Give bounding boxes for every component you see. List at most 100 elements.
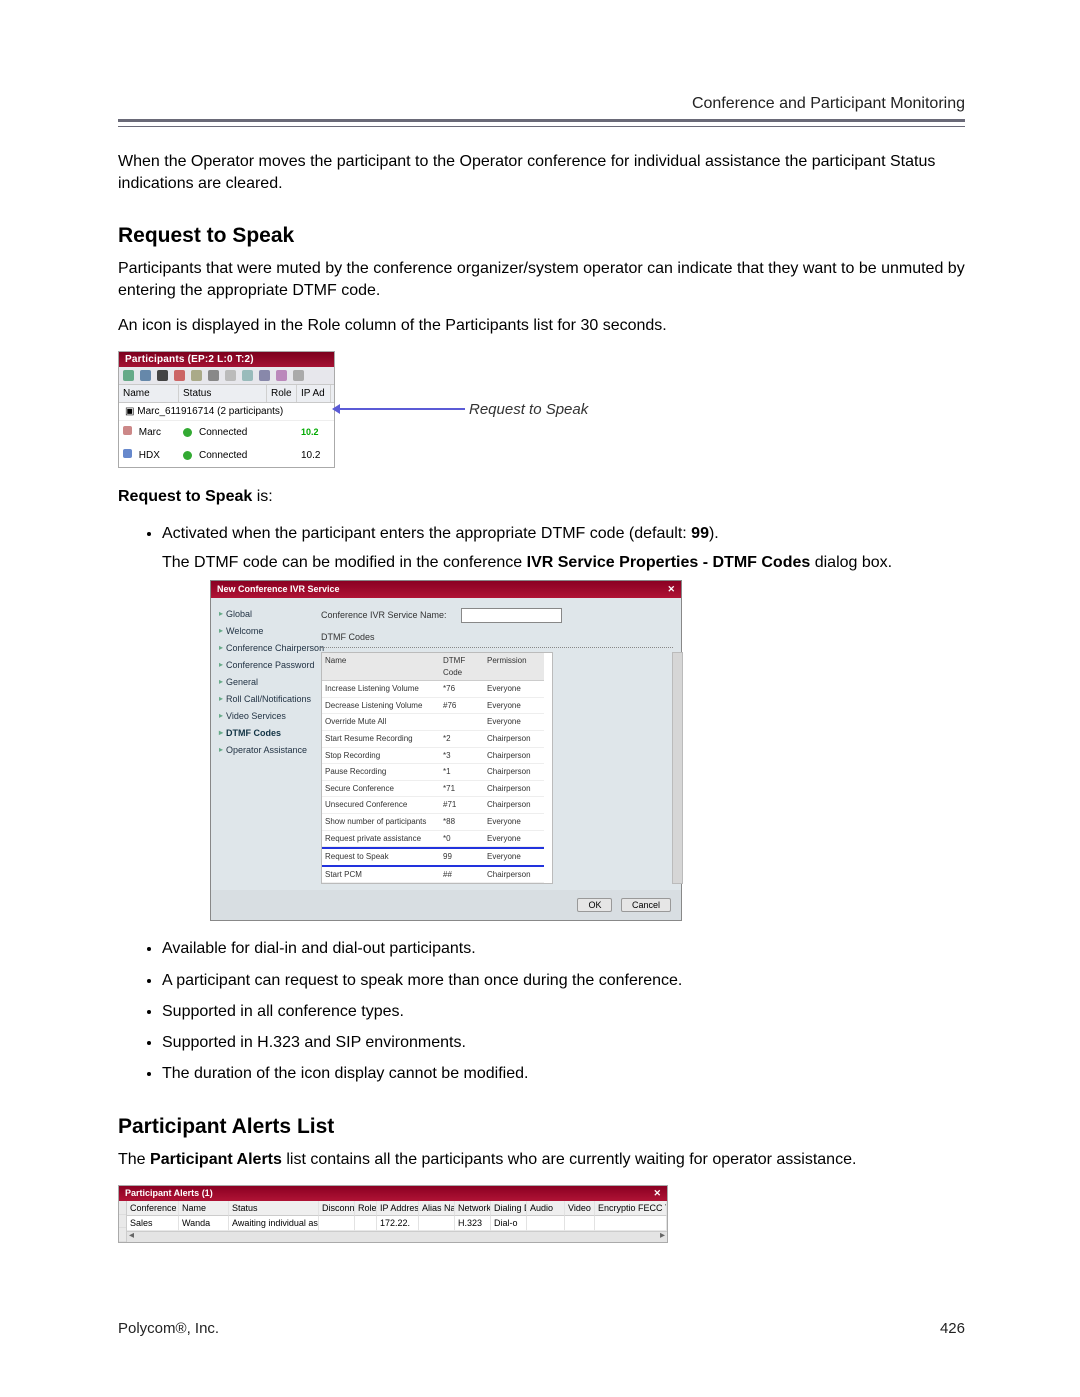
col: Encryptio FECC Tok Con bbox=[595, 1201, 667, 1216]
bullet: Available for dial-in and dial-out parti… bbox=[162, 937, 965, 960]
bullet-activated: Activated when the participant enters th… bbox=[162, 522, 965, 922]
col-ip: IP Ad bbox=[297, 385, 331, 402]
dtmf-group-label: DTMF Codes bbox=[321, 631, 673, 648]
cell[interactable]: Wanda bbox=[179, 1216, 229, 1231]
col: Conference bbox=[127, 1201, 179, 1216]
col: IP Addres bbox=[377, 1201, 419, 1216]
participants-columns: Name Status Role IP Ad bbox=[119, 385, 334, 403]
toolbar-icon[interactable] bbox=[123, 370, 134, 381]
t: The DTMF code can be modified in the con… bbox=[162, 554, 527, 571]
cell[interactable] bbox=[527, 1216, 565, 1231]
callout-label: Request to Speak bbox=[469, 401, 588, 418]
col: Name bbox=[179, 1201, 229, 1216]
toolbar-icon[interactable] bbox=[140, 370, 151, 381]
dtmf-scroll[interactable]: Name DTMF Code Permission Increase Liste… bbox=[321, 652, 673, 884]
toolbar-icon[interactable] bbox=[174, 370, 185, 381]
t: list contains all the participants who a… bbox=[282, 1151, 857, 1168]
name-cell: Marc bbox=[135, 424, 165, 441]
participant-row[interactable]: Marc Connected 10.2 bbox=[119, 421, 334, 444]
row-request-to-speak[interactable]: Request to Speak99Everyone bbox=[322, 847, 552, 867]
col-name: Name bbox=[322, 653, 440, 681]
cell[interactable] bbox=[595, 1216, 667, 1231]
col: Role bbox=[355, 1201, 377, 1216]
col-perm: Permission bbox=[484, 653, 544, 681]
nav-item[interactable]: Roll Call/Notifications bbox=[219, 693, 311, 706]
nav-item[interactable]: Global bbox=[219, 608, 311, 621]
alerts-grid: Conference Name Status Disconne Role IP … bbox=[127, 1201, 667, 1231]
participants-group[interactable]: ▣ Marc_611916714 (2 participants) bbox=[119, 403, 334, 421]
t: Activated when the participant enters th… bbox=[162, 525, 691, 542]
footer-right: 426 bbox=[940, 1320, 965, 1337]
status-cell: Connected bbox=[195, 447, 251, 464]
nav-item[interactable]: General bbox=[219, 676, 311, 689]
toolbar-icon[interactable] bbox=[242, 370, 253, 381]
toolbar-icon[interactable] bbox=[259, 370, 270, 381]
participants-pane-title: Participants (EP:2 L:0 T:2) bbox=[119, 352, 334, 367]
toolbar-icon[interactable] bbox=[225, 370, 236, 381]
ok-button[interactable]: OK bbox=[577, 898, 612, 912]
toolbar-icon[interactable] bbox=[293, 370, 304, 381]
status-icon bbox=[183, 428, 192, 437]
participant-row[interactable]: HDX Connected 10.2 bbox=[119, 444, 334, 467]
t: dialog box. bbox=[810, 554, 892, 571]
toolbar-icon[interactable] bbox=[191, 370, 202, 381]
bullet: The duration of the icon display cannot … bbox=[162, 1062, 965, 1085]
cell[interactable] bbox=[565, 1216, 595, 1231]
status-cell: Connected bbox=[195, 424, 251, 441]
nav-item-active[interactable]: DTMF Codes bbox=[219, 727, 311, 740]
ivr-nav: Global Welcome Conference Chairperson Co… bbox=[211, 598, 315, 890]
col: Video bbox=[565, 1201, 595, 1216]
cancel-button[interactable]: Cancel bbox=[621, 898, 671, 912]
ivr-dialog-title: New Conference IVR Service ✕ bbox=[211, 581, 681, 598]
ip-cell: 10.2 bbox=[297, 424, 331, 440]
close-icon[interactable]: ✕ bbox=[653, 1188, 661, 1199]
rts-p2: An icon is displayed in the Role column … bbox=[118, 315, 965, 337]
alerts-pane: Participant Alerts (1) ✕ Conference Name… bbox=[118, 1185, 668, 1243]
col-code: DTMF Code bbox=[440, 653, 484, 681]
heading-request-to-speak: Request to Speak bbox=[118, 224, 965, 248]
nav-item[interactable]: Video Services bbox=[219, 710, 311, 723]
callout-arrow bbox=[335, 408, 465, 410]
bullet: Supported in all conference types. bbox=[162, 1000, 965, 1023]
close-icon[interactable]: ✕ bbox=[667, 583, 675, 596]
bullet: A participant can request to speak more … bbox=[162, 969, 965, 992]
toolbar-icon[interactable] bbox=[276, 370, 287, 381]
dtmf-table: Name DTMF Code Permission Increase Liste… bbox=[321, 652, 553, 884]
col: Disconne bbox=[319, 1201, 355, 1216]
rts-bullets: Activated when the participant enters th… bbox=[118, 522, 965, 1086]
alerts-side-tabs[interactable] bbox=[119, 1201, 127, 1242]
cell[interactable]: Awaiting individual assist bbox=[229, 1216, 319, 1231]
page-header-right: Conference and Participant Monitoring bbox=[118, 0, 965, 119]
intro-paragraph: When the Operator moves the participant … bbox=[118, 151, 965, 194]
service-name-input[interactable] bbox=[461, 608, 562, 623]
t: 99 bbox=[691, 525, 709, 542]
cell[interactable]: Sales bbox=[127, 1216, 179, 1231]
header-rule bbox=[118, 119, 965, 127]
cell[interactable] bbox=[419, 1216, 455, 1231]
lead-bold: Request to Speak bbox=[118, 488, 252, 505]
cell[interactable]: 172.22. bbox=[377, 1216, 419, 1231]
group-label: Marc_611916714 (2 participants) bbox=[137, 406, 283, 417]
field-label: Conference IVR Service Name: bbox=[321, 610, 447, 620]
nav-item[interactable]: Conference Password bbox=[219, 659, 311, 672]
nav-item[interactable]: Welcome bbox=[219, 625, 311, 638]
nav-item[interactable]: Conference Chairperson bbox=[219, 642, 311, 655]
page-footer: Polycom®, Inc. 426 bbox=[118, 1320, 965, 1337]
col-name: Name bbox=[119, 385, 179, 402]
alerts-h-scrollbar[interactable] bbox=[127, 1231, 667, 1242]
endpoint-icon bbox=[123, 449, 132, 458]
title-text: Participant Alerts (1) bbox=[125, 1188, 213, 1199]
cell[interactable] bbox=[319, 1216, 355, 1231]
toolbar-icon[interactable] bbox=[208, 370, 219, 381]
cell[interactable]: Dial-o bbox=[491, 1216, 527, 1231]
footer-left: Polycom®, Inc. bbox=[118, 1320, 219, 1337]
cell[interactable] bbox=[355, 1216, 377, 1231]
person-icon bbox=[123, 426, 132, 435]
ivr-dialog: New Conference IVR Service ✕ Global Welc… bbox=[210, 580, 682, 921]
toolbar-icon[interactable] bbox=[157, 370, 168, 381]
alerts-title: Participant Alerts (1) ✕ bbox=[119, 1186, 667, 1201]
nav-item[interactable]: Operator Assistance bbox=[219, 744, 311, 757]
cell[interactable]: H.323 bbox=[455, 1216, 491, 1231]
rts-lead-in: Request to Speak is: bbox=[118, 486, 965, 508]
participants-pane: Participants (EP:2 L:0 T:2) Name Status … bbox=[118, 351, 335, 468]
